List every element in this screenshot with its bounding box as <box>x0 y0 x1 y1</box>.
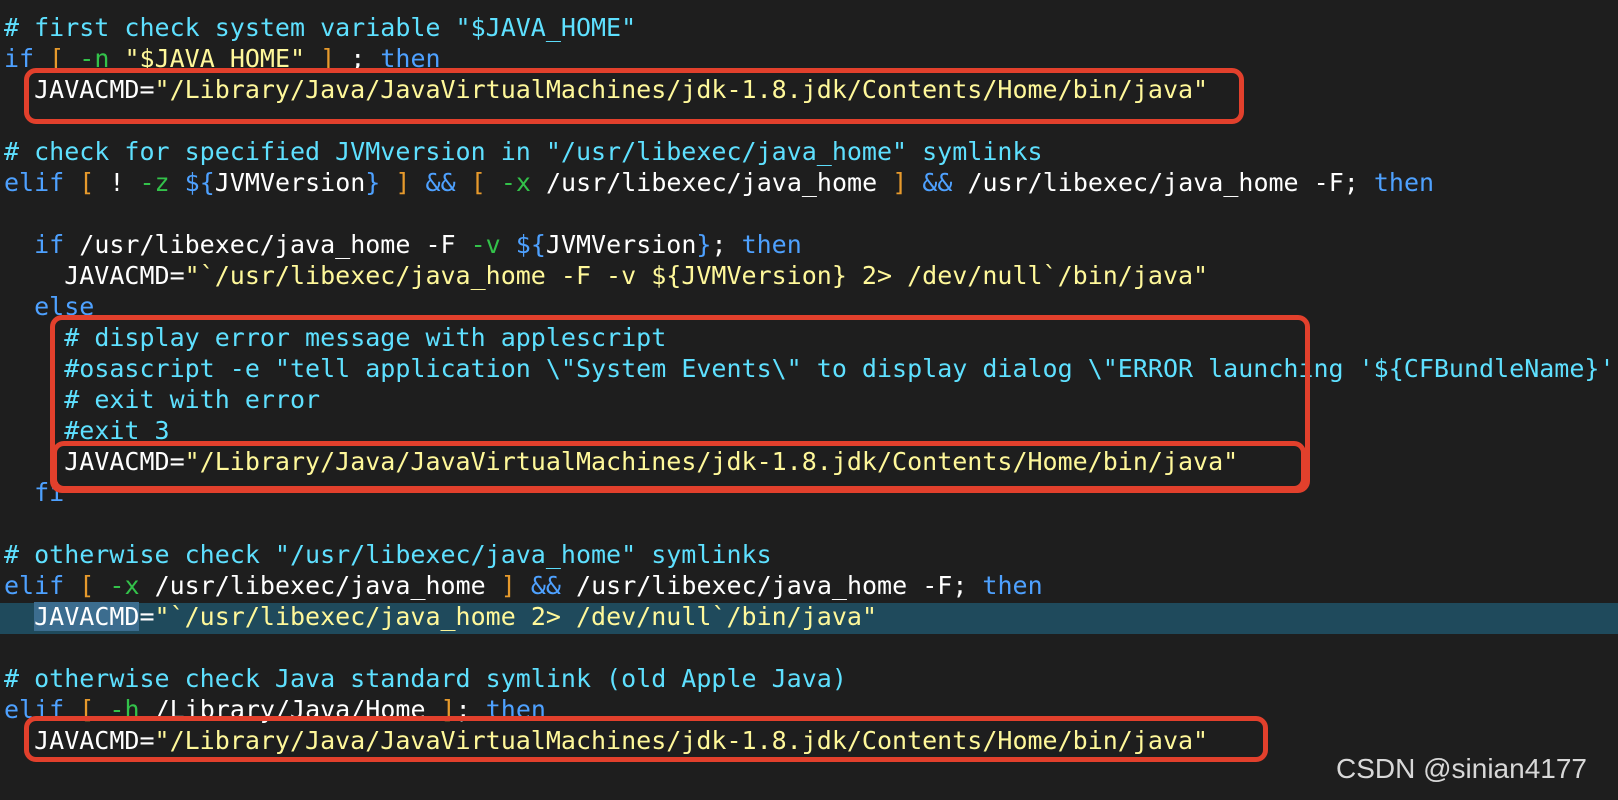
code-token: "`/usr/libexec/java_home -F -v ${JVMVers… <box>184 261 1209 290</box>
code-token: /usr/libexec/java_home <box>530 168 893 197</box>
code-token: /usr/libexec/java_home -F <box>64 230 471 259</box>
code-token: ${ <box>515 230 546 259</box>
code-token: [ <box>79 168 95 197</box>
code-token: # first check system variable "$JAVA_HOM… <box>4 13 637 42</box>
selected-token: JAVACMD <box>34 602 140 631</box>
code-token: elif <box>4 168 65 197</box>
code-token: = <box>139 602 155 631</box>
code-token: && <box>530 571 561 600</box>
code-token: && <box>425 168 456 197</box>
code-line[interactable]: # otherwise check Java standard symlink … <box>4 663 847 694</box>
code-token: if <box>34 230 65 259</box>
code-token: -x <box>500 168 531 197</box>
code-line[interactable]: elif [ ! -z ${JVMVersion} ] && [ -x /usr… <box>4 167 1434 198</box>
code-line[interactable]: if /usr/libexec/java_home -F -v ${JVMVer… <box>4 229 802 260</box>
code-token: /usr/libexec/java_home -F; <box>952 168 1374 197</box>
code-token: JAVACMD= <box>4 261 185 290</box>
code-token: ; <box>711 230 742 259</box>
code-token: -z <box>139 168 170 197</box>
code-editor[interactable]: # first check system variable "$JAVA_HOM… <box>0 0 1618 800</box>
code-line[interactable]: # otherwise check "/usr/libexec/java_hom… <box>4 539 772 570</box>
code-line[interactable]: elif [ -x /usr/libexec/java_home ] && /u… <box>4 570 1043 601</box>
code-token: then <box>741 230 802 259</box>
annotation-box-javacmd-3 <box>24 716 1268 762</box>
code-token: -v <box>470 230 501 259</box>
code-token: # check for specified JVMversion in "/us… <box>4 137 1043 166</box>
code-token: ${ <box>184 168 215 197</box>
annotation-box-javacmd-2 <box>52 441 1306 491</box>
code-token: ] <box>892 168 908 197</box>
code-token: ] <box>500 571 516 600</box>
code-line[interactable]: # first check system variable "$JAVA_HOM… <box>4 12 636 43</box>
code-token: elif <box>4 571 65 600</box>
code-token: /usr/libexec/java_home -F; <box>560 571 983 600</box>
code-token: ] <box>395 168 411 197</box>
code-token: && <box>922 168 953 197</box>
code-token: JVMVersion <box>214 168 366 197</box>
code-token: # otherwise check "/usr/libexec/java_hom… <box>4 540 772 569</box>
code-line[interactable]: # check for specified JVMversion in "/us… <box>4 136 1043 167</box>
code-token: [ <box>470 168 486 197</box>
code-token: [ <box>79 571 95 600</box>
code-token: } <box>696 230 712 259</box>
code-line[interactable]: JAVACMD="`/usr/libexec/java_home -F -v $… <box>4 260 1208 291</box>
code-token: -x <box>109 571 140 600</box>
code-token: ! <box>94 168 140 197</box>
code-token: then <box>982 571 1043 600</box>
code-token: /usr/libexec/java_home <box>139 571 501 600</box>
code-token: "`/usr/libexec/java_home 2> /dev/null`/b… <box>154 602 877 631</box>
code-token: # otherwise check Java standard symlink … <box>4 664 847 693</box>
watermark: CSDN @sinian4177 <box>1336 753 1587 784</box>
code-line[interactable]: JAVACMD="`/usr/libexec/java_home 2> /dev… <box>4 601 877 632</box>
code-token: } <box>365 168 381 197</box>
code-token: then <box>1373 168 1435 197</box>
code-token: JVMVersion <box>545 230 697 259</box>
annotation-box-javacmd-1 <box>24 68 1244 124</box>
